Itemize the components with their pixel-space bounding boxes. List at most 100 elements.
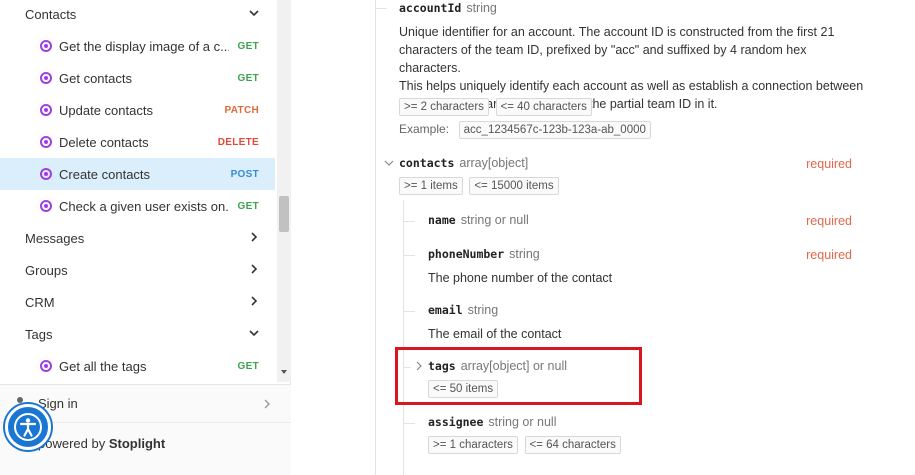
sidebar-item-label: Update contacts — [59, 102, 153, 118]
property-name: phoneNumber — [428, 247, 505, 261]
property-name-field: name string or null — [428, 213, 529, 227]
example-value: acc_1234567c-123b-123a-ab_0000 — [458, 121, 651, 139]
property-description: The email of the contact — [428, 327, 562, 341]
endpoint-icon — [40, 168, 52, 180]
example-label: Example: — [399, 122, 450, 136]
description-line: characters of the team ID, prefixed by "… — [399, 43, 807, 75]
tree-branch — [375, 8, 387, 9]
sidebar-item-get-contacts[interactable]: Get contacts GET — [0, 62, 275, 94]
property-phoneNumber: phoneNumber string — [428, 247, 540, 261]
powered-by-prefix: powered by — [38, 436, 106, 451]
method-badge: POST — [230, 168, 259, 180]
method-badge: GET — [237, 200, 259, 212]
sign-in-label: Sign in — [38, 396, 78, 411]
sidebar-group-groups[interactable]: Groups — [0, 254, 275, 286]
sidebar-group-label: Tags — [25, 326, 53, 342]
tree-line — [375, 0, 376, 475]
constraint-chip: >= 1 characters — [428, 436, 518, 454]
sidebar-group-tags[interactable]: Tags — [0, 318, 275, 350]
property-accountId: accountId string — [399, 1, 497, 15]
endpoint-icon — [40, 104, 52, 116]
chevron-right-icon — [251, 232, 258, 242]
tree-branch — [403, 255, 415, 256]
powered-by-brand: Stoplight — [108, 436, 166, 451]
method-badge: DELETE — [217, 136, 259, 148]
sidebar-item-label: Get contacts — [59, 70, 132, 86]
property-type: string — [509, 247, 540, 261]
sidebar-item-label: Get all the tags — [59, 358, 147, 374]
description-line: This helps uniquely identify each accoun… — [399, 79, 864, 93]
property-name: contacts — [399, 156, 455, 170]
method-badge: GET — [237, 72, 259, 84]
method-badge: GET — [237, 40, 259, 52]
highlight-box — [395, 347, 642, 405]
accessibility-button[interactable] — [5, 404, 51, 450]
property-description: The phone number of the contact — [428, 271, 613, 285]
sidebar-item-update-contacts[interactable]: Update contacts PATCH — [0, 94, 275, 126]
chevron-down-icon[interactable] — [384, 158, 394, 168]
property-contacts[interactable]: contacts array[object] — [399, 156, 528, 170]
accessibility-icon — [14, 413, 42, 441]
constraint-chips: >= 1 characters <= 64 characters — [428, 436, 624, 454]
required-badge: required — [806, 214, 852, 228]
powered-by-link[interactable]: powered by Stoplight — [38, 436, 165, 451]
sidebar-item-get-display-image[interactable]: Get the display image of a c... GET — [0, 30, 275, 62]
constraint-chips: >= 2 characters <= 40 characters — [399, 98, 595, 116]
constraint-chip: >= 1 items — [399, 177, 463, 195]
sidebar-item-create-contacts[interactable]: Create contacts POST — [0, 158, 275, 190]
endpoint-icon — [40, 200, 52, 212]
sidebar-item-label: Create contacts — [59, 166, 151, 182]
sidebar-item-check-user-exists[interactable]: Check a given user exists on... GET — [0, 190, 275, 222]
sidebar-item-label: Delete contacts — [59, 134, 149, 150]
property-name: accountId — [399, 1, 462, 15]
chevron-right-icon — [264, 399, 270, 409]
sidebar-item-label: Get the display image of a c... — [59, 38, 229, 54]
property-type: string or null — [460, 213, 529, 227]
description-line: Unique identifier for an account. The ac… — [399, 25, 835, 39]
method-badge: GET — [237, 360, 259, 372]
tree-branch — [403, 423, 415, 424]
tree-line — [403, 200, 404, 475]
property-email: email string — [428, 303, 498, 317]
sidebar-nav: Contacts Get the display image of a c...… — [0, 0, 291, 382]
endpoint-icon — [40, 136, 52, 148]
property-name: name — [428, 213, 456, 227]
sidebar-group-label: Contacts — [25, 6, 77, 22]
property-type: string — [466, 1, 497, 15]
property-type: string or null — [488, 415, 557, 429]
chevron-down-icon — [249, 330, 259, 337]
chevron-down-icon — [249, 10, 259, 17]
sidebar-group-crm[interactable]: CRM — [0, 286, 275, 318]
property-type: string — [467, 303, 499, 317]
sidebar-scrollbar[interactable] — [277, 0, 291, 382]
required-badge: required — [806, 248, 852, 262]
tree-branch — [403, 311, 415, 312]
sidebar: Contacts Get the display image of a c...… — [0, 0, 291, 475]
constraint-chip: <= 15000 items — [469, 177, 559, 195]
property-name: email — [428, 303, 463, 317]
sidebar-item-delete-contacts[interactable]: Delete contacts DELETE — [0, 126, 275, 158]
example-row: Example: acc_1234567c-123b-123a-ab_0000 — [399, 121, 654, 139]
method-badge: PATCH — [224, 104, 259, 116]
constraint-chip: >= 2 characters — [399, 98, 489, 116]
chevron-right-icon — [251, 296, 258, 306]
required-badge: required — [806, 157, 852, 171]
chevron-right-icon — [251, 264, 258, 274]
sidebar-item-get-all-tags[interactable]: Get all the tags GET — [0, 350, 275, 382]
endpoint-icon — [40, 40, 52, 52]
sidebar-item-label: Check a given user exists on... — [59, 198, 229, 214]
constraint-chip: <= 40 characters — [495, 98, 592, 116]
scroll-down-arrow-icon[interactable] — [281, 370, 287, 374]
endpoint-icon — [40, 360, 52, 372]
sidebar-group-messages[interactable]: Messages — [0, 222, 275, 254]
property-type: array[object] — [459, 156, 529, 170]
sidebar-group-label: Messages — [25, 230, 85, 246]
sidebar-group-label: Groups — [25, 262, 68, 278]
scrollbar-thumb[interactable] — [279, 196, 289, 232]
sidebar-group-contacts[interactable]: Contacts — [0, 0, 275, 30]
constraint-chips: >= 1 items <= 15000 items — [399, 177, 562, 195]
endpoint-icon — [40, 72, 52, 84]
property-assignee: assignee string or null — [428, 415, 556, 429]
property-name: assignee — [428, 415, 484, 429]
constraint-chip: <= 64 characters — [524, 436, 621, 454]
